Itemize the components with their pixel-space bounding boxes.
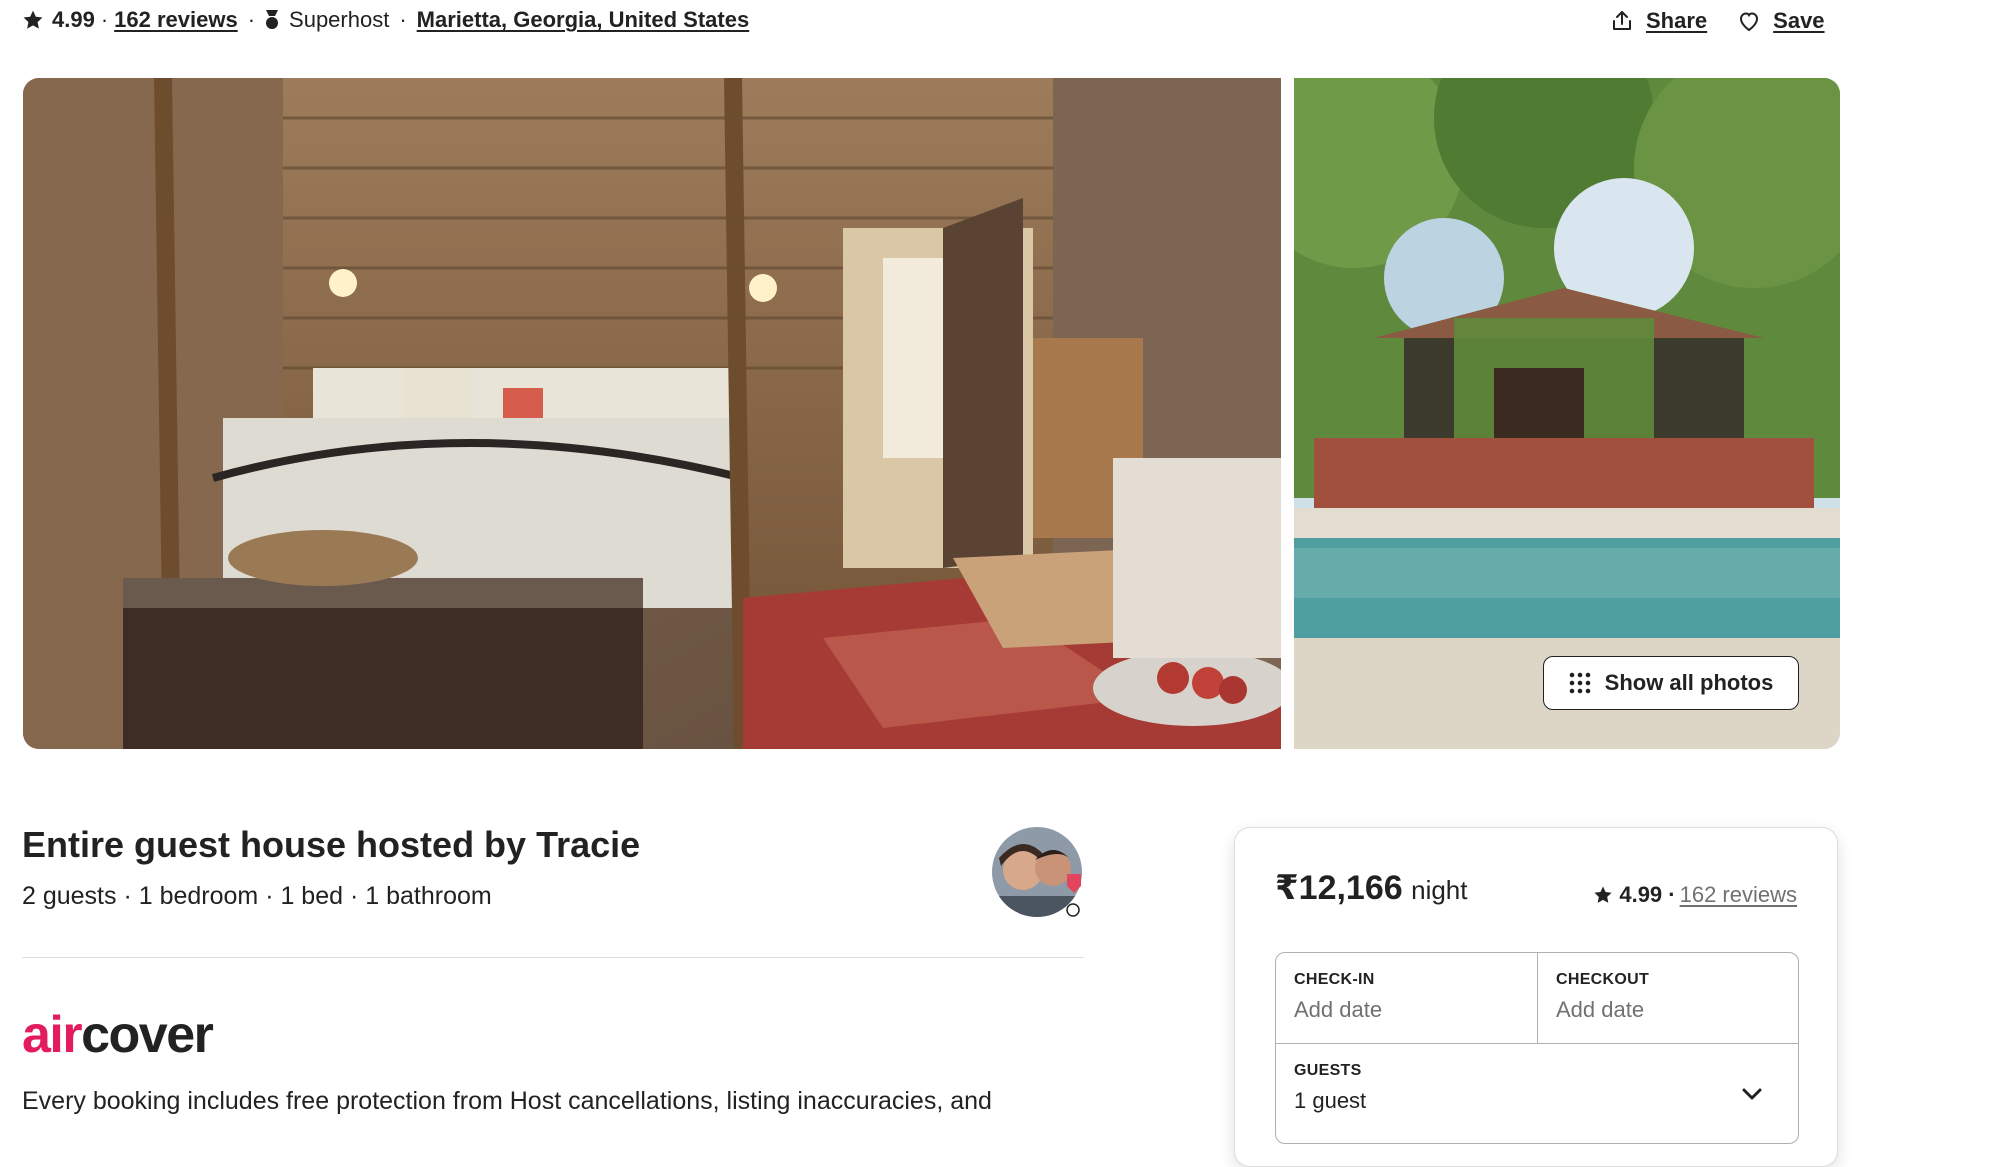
- card-reviews-link[interactable]: 162 reviews: [1680, 882, 1797, 908]
- listing-specs: 2 guests · 1 bedroom · 1 bed · 1 bathroo…: [22, 882, 492, 910]
- card-rating: 4.99 · 162 reviews: [1593, 882, 1797, 908]
- grid-dots-icon: [1569, 672, 1590, 694]
- section-divider: [22, 957, 1084, 958]
- dot-separator: ·: [100, 7, 109, 32]
- star-icon: [1594, 886, 1612, 903]
- price-unit: night: [1411, 875, 1468, 905]
- host-avatar[interactable]: [991, 826, 1083, 918]
- chevron-down-icon: [1742, 1088, 1762, 1100]
- dot-separator: ·: [399, 7, 407, 32]
- booking-card: ₹12,166 night 4.99 · 162 reviews CHECK-I…: [1234, 827, 1838, 1167]
- share-icon: [1613, 11, 1631, 30]
- location-link[interactable]: Marietta, Georgia, United States: [417, 7, 750, 33]
- price-amount: ₹12,166: [1275, 869, 1403, 907]
- header-actions: Share Save: [1610, 4, 1825, 38]
- show-all-photos-label: Show all photos: [1604, 670, 1774, 695]
- aircover-description: Every booking includes free protection f…: [22, 1087, 992, 1115]
- main-photo-bedroom[interactable]: [23, 78, 1281, 749]
- heart-icon: [1740, 12, 1759, 32]
- reviews-link[interactable]: 162 reviews: [114, 7, 238, 33]
- aircover-logo-cover: cover: [81, 1006, 214, 1064]
- share-label: Share: [1646, 8, 1708, 33]
- checkout-value: Add date: [1556, 997, 1645, 1022]
- checkin-label: CHECK-IN: [1294, 971, 1375, 988]
- checkin-field[interactable]: CHECK-IN Add date: [1276, 953, 1538, 1044]
- guests-label: GUESTS: [1294, 1062, 1362, 1079]
- bedroom-image: [23, 78, 1281, 749]
- listing-title: Entire guest house hosted by Tracie: [22, 824, 641, 865]
- save-button[interactable]: Save: [1737, 8, 1825, 34]
- reservation-fields: CHECK-IN Add date CHECKOUT Add date GUES…: [1275, 952, 1799, 1144]
- save-label: Save: [1773, 8, 1825, 33]
- star-icon: [23, 10, 43, 29]
- rating-value: 4.99: [52, 7, 95, 32]
- nightly-price: ₹12,166 night: [1275, 868, 1468, 908]
- secondary-photo-pool[interactable]: [1294, 78, 1840, 749]
- superhost-medal-icon: [266, 10, 279, 29]
- dot-separator: ·: [247, 7, 256, 32]
- checkout-label: CHECKOUT: [1556, 971, 1650, 988]
- superhost-label: Superhost: [289, 7, 390, 32]
- card-rating-value: 4.99 ·: [1619, 882, 1676, 907]
- aircover-logo-air: air: [22, 1006, 83, 1064]
- guests-value: 1 guest: [1294, 1088, 1367, 1113]
- guests-selector[interactable]: GUESTS 1 guest: [1276, 1044, 1798, 1143]
- pool-image: [1294, 78, 1840, 749]
- aircover-logo: aircover: [22, 1005, 214, 1065]
- share-button[interactable]: Share: [1610, 8, 1707, 34]
- listing-meta-row: 4.99 · 162 reviews · Superhost · Mariett…: [22, 4, 749, 36]
- host-photo: [992, 827, 1082, 917]
- show-all-photos-button[interactable]: Show all photos: [1543, 656, 1799, 710]
- checkin-value: Add date: [1294, 997, 1383, 1022]
- checkout-field[interactable]: CHECKOUT Add date: [1538, 953, 1798, 1044]
